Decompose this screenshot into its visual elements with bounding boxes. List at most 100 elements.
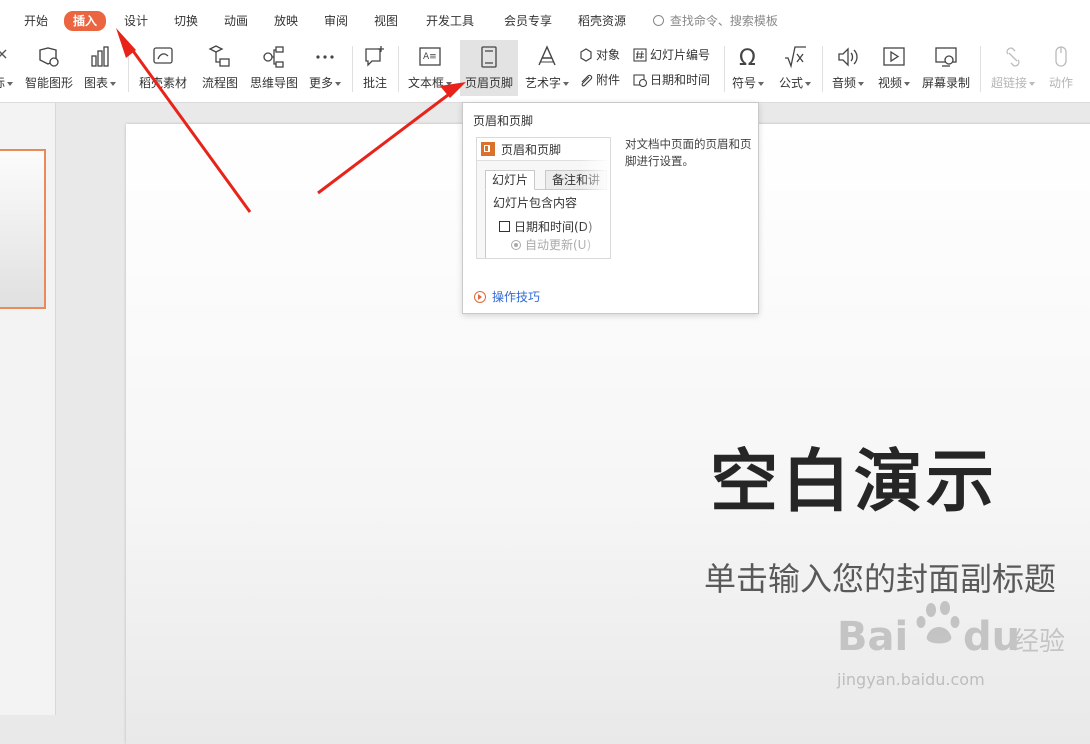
attachment-button[interactable]: 附件 bbox=[579, 71, 620, 89]
dialog-preview-image: 页眉和页脚 幻灯片 备注和讲 幻灯片包含内容 日期和时间(D) 自动更新(U) bbox=[476, 137, 611, 259]
wordart-icon bbox=[534, 44, 560, 70]
header-footer-label: 页眉页脚 bbox=[464, 76, 513, 90]
svg-text:A≡: A≡ bbox=[423, 52, 437, 62]
material-icon bbox=[150, 44, 176, 70]
flowchart-button[interactable]: 流程图 bbox=[198, 44, 242, 91]
ribbon-divider bbox=[822, 46, 823, 92]
more-icon bbox=[312, 44, 338, 70]
cut-off-button[interactable]: 标 bbox=[0, 44, 14, 91]
smartart-button[interactable]: 智能图形 bbox=[22, 44, 76, 91]
tab-animation[interactable]: 动画 bbox=[224, 12, 248, 30]
flowchart-icon bbox=[207, 44, 233, 70]
chart-label: 图表 bbox=[83, 76, 108, 90]
textbox-icon: A≡ bbox=[417, 44, 443, 70]
mindmap-label: 思维导图 bbox=[249, 76, 298, 90]
formula-button[interactable]: 公式 bbox=[776, 44, 814, 91]
ribbon-divider bbox=[980, 46, 981, 92]
calendar-clock-icon bbox=[633, 74, 647, 87]
baidu-jingyan-watermark: Bai du 经验 jingyan.baidu.com bbox=[835, 598, 1075, 698]
object-button[interactable]: 对象 bbox=[579, 46, 620, 64]
slide-subtitle[interactable]: 单击输入您的封面副标题 bbox=[704, 554, 1056, 600]
preview-dialog-titlebar: 页眉和页脚 bbox=[477, 138, 610, 161]
omega-icon: Ω bbox=[735, 44, 761, 71]
docer-material-label: 稻壳素材 bbox=[138, 76, 187, 90]
video-icon bbox=[881, 44, 907, 70]
object-icon bbox=[580, 48, 592, 62]
more-button[interactable]: 更多 bbox=[306, 44, 344, 91]
play-circle-icon bbox=[474, 291, 486, 303]
menu-tab-bar: 开始 插入 设计 切换 动画 放映 审阅 视图 开发工具 会员专享 稻壳资源 查… bbox=[0, 0, 1090, 40]
tips-link[interactable]: 操作技巧 bbox=[474, 288, 540, 305]
cut-off-label: 标 bbox=[0, 76, 5, 90]
more-label: 更多 bbox=[308, 76, 333, 90]
slide-thumbnail-1[interactable] bbox=[0, 149, 46, 309]
preview-date-checkbox: 日期和时间(D) bbox=[499, 218, 593, 235]
ribbon-divider bbox=[724, 46, 725, 92]
tab-developer[interactable]: 开发工具 bbox=[426, 12, 474, 30]
tooltip-description: 对文档中页面的页眉和页脚进行设置。 bbox=[625, 137, 752, 168]
tab-transition[interactable]: 切换 bbox=[174, 12, 198, 30]
watermark-brand-latin-end: du bbox=[963, 614, 1020, 660]
mindmap-button[interactable]: 思维导图 bbox=[248, 44, 300, 91]
textbox-label: 文本框 bbox=[407, 76, 444, 90]
preview-fade bbox=[580, 160, 610, 258]
slide-thumbnail-panel bbox=[0, 103, 56, 715]
textbox-button[interactable]: A≡ 文本框 bbox=[404, 44, 456, 91]
hyperlink-button[interactable]: 超链接 bbox=[988, 44, 1038, 91]
watermark-brand-cn: 经验 bbox=[1013, 627, 1065, 657]
video-button[interactable]: 视频 bbox=[876, 44, 912, 91]
mindmap-icon bbox=[261, 44, 287, 70]
comment-button[interactable]: 批注 bbox=[358, 44, 392, 91]
slide-number-button[interactable]: 幻灯片编号 bbox=[633, 46, 710, 64]
tab-resource[interactable]: 稻壳资源 bbox=[578, 12, 626, 30]
tab-member[interactable]: 会员专享 bbox=[504, 12, 552, 30]
video-label: 视频 bbox=[877, 76, 902, 90]
chart-button[interactable]: 图表 bbox=[80, 44, 120, 91]
search-icon bbox=[653, 15, 664, 26]
attachment-label: 附件 bbox=[596, 73, 621, 87]
screen-record-button[interactable]: 屏幕录制 bbox=[920, 44, 972, 91]
action-button[interactable]: 动作 bbox=[1044, 44, 1078, 91]
link-icon bbox=[1000, 44, 1026, 70]
baidu-paw-logo: Bai du 经验 jingyan.baidu.com bbox=[836, 601, 1065, 689]
object-label: 对象 bbox=[596, 48, 621, 62]
tab-design[interactable]: 设计 bbox=[124, 12, 148, 30]
date-time-button[interactable]: 日期和时间 bbox=[633, 71, 710, 89]
tips-link-label: 操作技巧 bbox=[492, 290, 541, 304]
preview-tab-slide: 幻灯片 bbox=[485, 170, 536, 190]
date-time-label: 日期和时间 bbox=[650, 73, 711, 87]
ribbon-divider bbox=[128, 46, 129, 92]
tab-start[interactable]: 开始 bbox=[24, 12, 48, 30]
header-footer-button[interactable]: 页眉页脚 bbox=[460, 40, 518, 96]
docer-material-button[interactable]: 稻壳素材 bbox=[136, 44, 190, 91]
command-search[interactable]: 查找命令、搜索模板 bbox=[653, 12, 778, 29]
insert-ribbon: 标 智能图形 图表 稻壳素材 流程图 思维导图 更多 bbox=[0, 40, 1090, 103]
ribbon-divider bbox=[352, 46, 353, 92]
wordart-label: 艺术字 bbox=[524, 76, 561, 90]
tab-review[interactable]: 审阅 bbox=[324, 12, 348, 30]
formula-icon bbox=[782, 44, 808, 70]
cut-off-icon bbox=[0, 44, 18, 70]
watermark-url: jingyan.baidu.com bbox=[836, 670, 985, 689]
audio-label: 音频 bbox=[831, 76, 856, 90]
tab-slideshow[interactable]: 放映 bbox=[274, 12, 298, 30]
symbol-button[interactable]: Ω 符号 bbox=[730, 44, 766, 91]
hyperlink-label: 超链接 bbox=[990, 76, 1027, 90]
hash-icon bbox=[633, 48, 647, 62]
slide-title[interactable]: 空白演示 bbox=[710, 426, 998, 525]
screen-record-label: 屏幕录制 bbox=[921, 76, 970, 90]
bar-chart-icon bbox=[87, 44, 113, 70]
header-footer-app-icon bbox=[481, 142, 495, 156]
smartart-label: 智能图形 bbox=[24, 76, 73, 90]
tab-view[interactable]: 视图 bbox=[374, 12, 398, 30]
speaker-icon bbox=[835, 44, 861, 70]
tab-insert[interactable]: 插入 bbox=[64, 11, 107, 31]
slide-number-label: 幻灯片编号 bbox=[650, 48, 711, 62]
header-footer-tooltip: 页眉和页脚 页眉和页脚 幻灯片 备注和讲 幻灯片包含内容 日期和时间(D) 自动… bbox=[462, 102, 759, 314]
symbol-label: 符号 bbox=[731, 76, 756, 90]
audio-button[interactable]: 音频 bbox=[830, 44, 866, 91]
svg-text:Ω: Ω bbox=[739, 46, 756, 70]
wordart-button[interactable]: 艺术字 bbox=[522, 44, 572, 91]
flowchart-label: 流程图 bbox=[201, 76, 238, 90]
smartart-icon bbox=[36, 44, 62, 70]
